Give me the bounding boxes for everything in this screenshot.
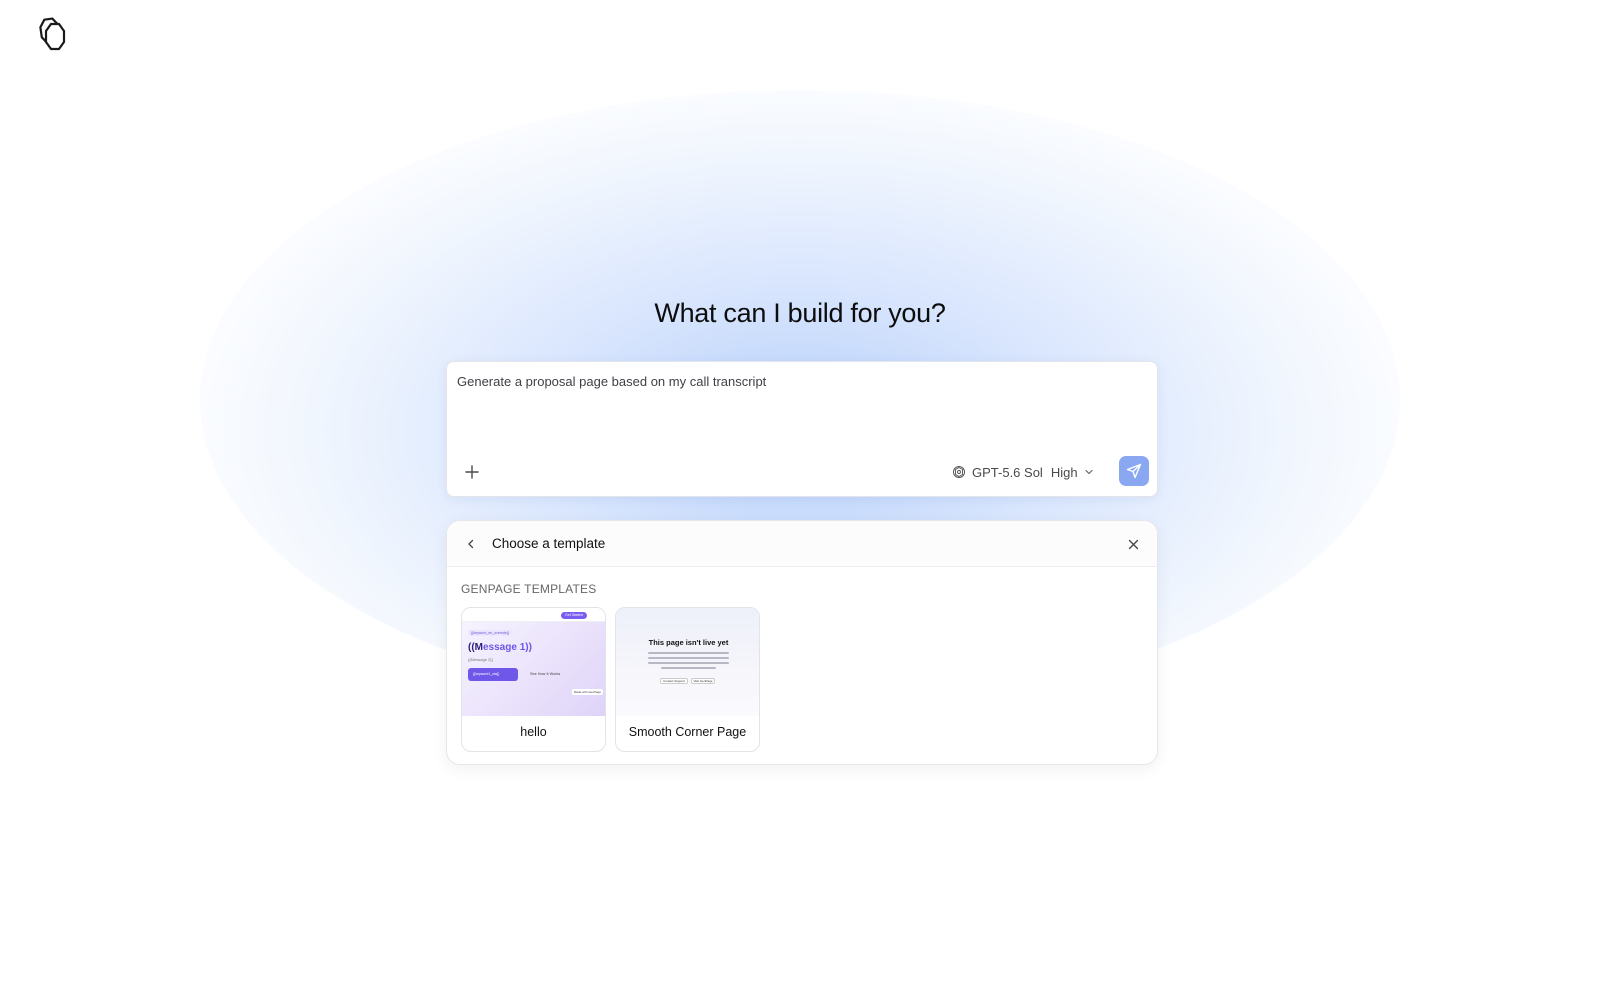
thumb-sub: {{Message 2}} xyxy=(468,657,493,662)
prompt-box[interactable]: Generate a proposal page based on my cal… xyxy=(446,361,1158,497)
thumb-heading-prefix: ((M xyxy=(468,642,483,653)
template-card-label: Smooth Corner Page xyxy=(628,725,747,739)
template-card-smooth-corner-page[interactable]: This page isn't live yet Contact Support… xyxy=(615,607,760,752)
chevron-left-icon xyxy=(468,539,474,549)
prompt-input[interactable]: Generate a proposal page based on my cal… xyxy=(457,374,766,389)
template-card-hello[interactable]: Get Started {{keyword_en_override}} ((Me… xyxy=(461,607,606,752)
back-button[interactable] xyxy=(461,534,481,554)
thumb-button-2: Visit GenPage xyxy=(691,678,715,684)
thumb-heading: ((Message 1)) xyxy=(468,642,532,653)
openai-icon xyxy=(953,466,965,478)
section-label: GENPAGE TEMPLATES xyxy=(461,582,597,596)
template-thumbnail: This page isn't live yet Contact Support… xyxy=(616,608,759,716)
thumb-pill: Get Started xyxy=(561,612,587,619)
model-selector[interactable]: GPT-5.6 Sol High xyxy=(952,461,1094,483)
thumb-text-line xyxy=(648,662,729,664)
thumb-text-line xyxy=(648,652,729,654)
send-icon xyxy=(1126,463,1142,479)
thumb-text-line xyxy=(648,657,729,659)
thumb-heading-rest: essage 1)) xyxy=(483,642,532,653)
add-attachment-button[interactable] xyxy=(461,461,483,483)
page-title: What can I build for you? xyxy=(654,298,946,328)
close-button[interactable] xyxy=(1123,534,1143,554)
chevron-down-icon xyxy=(1084,469,1093,475)
model-name: GPT-5.6 Sol xyxy=(972,464,1043,480)
thumb-heading: This page isn't live yet xyxy=(648,638,729,647)
plus-icon xyxy=(465,465,479,479)
thumb-link: See How It Works xyxy=(530,672,561,676)
template-panel-title: Choose a template xyxy=(492,536,606,551)
thumb-badge: Made with GenPage xyxy=(571,689,603,695)
thumb-button: {{keyword1_cta}} xyxy=(468,668,518,681)
thumb-tag: {{keyword_en_override}} xyxy=(468,630,513,636)
send-button[interactable] xyxy=(1119,456,1149,486)
hexagons-logo-icon[interactable] xyxy=(34,16,70,52)
template-panel-header: Choose a template xyxy=(447,521,1157,567)
close-icon xyxy=(1128,539,1138,549)
effort-level: High xyxy=(1050,464,1078,480)
template-panel: Choose a template GENPAGE TEMPLATES Get … xyxy=(446,520,1158,765)
thumb-button-1: Contact Support xyxy=(660,678,688,684)
template-card-label: hello xyxy=(520,725,547,739)
template-thumbnail: Get Started {{keyword_en_override}} ((Me… xyxy=(462,608,605,716)
thumb-text-line xyxy=(661,667,716,669)
